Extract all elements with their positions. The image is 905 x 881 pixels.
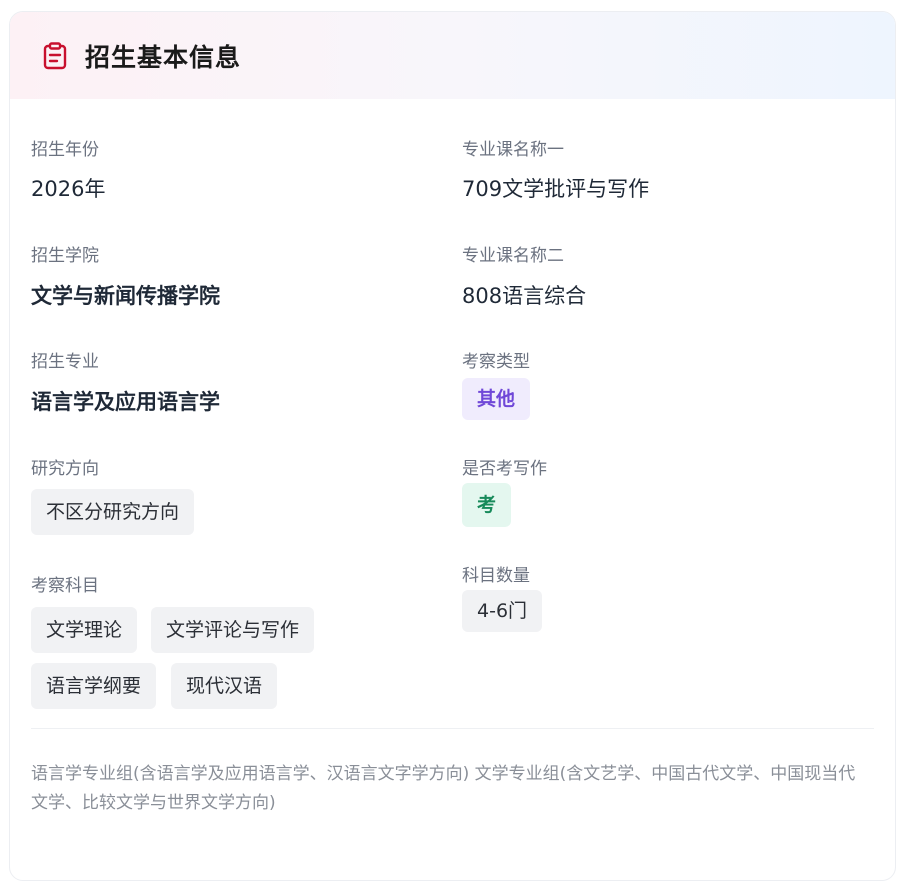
clipboard-icon: [40, 41, 70, 71]
college-value: 文学与新闻传播学院: [31, 284, 220, 308]
course2-label: 专业课名称二: [462, 246, 564, 266]
course1-label: 专业课名称一: [462, 140, 564, 160]
group-note: 语言学专业组(含语言学及应用语言学、汉语言文字学方向) 文学专业组(含文艺学、中…: [31, 764, 856, 813]
subject-tag: 文学理论: [31, 607, 138, 653]
exam-type-badge: 其他: [462, 378, 531, 420]
card-header: 招生基本信息: [10, 12, 895, 99]
direction-label: 研究方向: [31, 459, 99, 479]
enrollment-info-card: 招生基本信息: [9, 11, 896, 881]
writing-label: 是否考写作: [462, 459, 547, 479]
direction-tag: 不区分研究方向: [31, 489, 195, 535]
subject-count-tag: 4-6门: [462, 590, 543, 632]
major-value: 语言学及应用语言学: [31, 390, 220, 414]
college-label: 招生学院: [31, 246, 99, 266]
year-value: 2026年: [31, 177, 106, 201]
exam-type-label: 考察类型: [462, 352, 530, 372]
page-title: 招生基本信息: [85, 42, 242, 72]
writing-badge: 考: [462, 483, 512, 527]
subject-tag: 语言学纲要: [31, 663, 157, 709]
divider: [31, 728, 874, 729]
subject-tag: 现代汉语: [171, 663, 278, 709]
course2-value: 808语言综合: [462, 284, 587, 308]
year-label: 招生年份: [31, 140, 99, 160]
major-label: 招生专业: [31, 352, 99, 372]
subject-tag: 文学评论与写作: [151, 607, 315, 653]
subject-count-label: 科目数量: [462, 566, 530, 586]
subjects-label: 考察科目: [31, 576, 99, 596]
course1-value: 709文学批评与写作: [462, 177, 650, 201]
